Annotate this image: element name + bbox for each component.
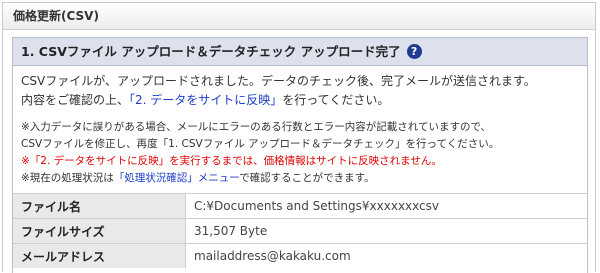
- email-label: メールアドレス: [13, 243, 186, 268]
- note-line-4-suffix: で確認することができます。: [239, 172, 375, 184]
- email-value: mailaddress@kakaku.com: [185, 243, 587, 268]
- help-icon[interactable]: ?: [406, 44, 422, 59]
- notes: ※入力データに誤りがある場合、メールにエラーのある行数とエラー内容が記載されてい…: [13, 110, 587, 187]
- message-line-2-prefix: 内容をご確認の上、: [21, 93, 130, 107]
- step-title-bar: 1. CSVファイル アップロード＆データチェック アップロード完了 ?: [13, 38, 587, 66]
- note-line-4-prefix: ※現在の処理状況は: [21, 172, 114, 184]
- processing-status-link[interactable]: 「処理状況確認」メニュー: [114, 172, 239, 184]
- note-line-1: ※入力データに誤りがある場合、メールにエラーのある行数とエラー内容が記載されてい…: [21, 121, 492, 133]
- file-name-label: ファイル名: [13, 193, 186, 219]
- step-title: 1. CSVファイル アップロード＆データチェック アップロード完了: [21, 44, 401, 59]
- upload-complete-section: 1. CSVファイル アップロード＆データチェック アップロード完了 ? CSV…: [12, 37, 588, 273]
- table-row: メールアドレス mailaddress@kakaku.com: [13, 243, 587, 268]
- panel-title: 価格更新(CSV): [3, 3, 595, 30]
- note-line-4: ※現在の処理状況は「処理状況確認」メニューで確認することができます。: [21, 170, 579, 187]
- warning-note: ※「2. データをサイトに反映」を実行するまでは、価格情報はサイトに反映されませ…: [21, 155, 442, 167]
- reflect-data-link[interactable]: 「2. データをサイトに反映」: [129, 93, 282, 107]
- file-size-value: 31,507 Byte: [185, 218, 587, 244]
- upload-info-table: ファイル名 C:¥Documents and Settings¥xxxxxxxc…: [13, 193, 587, 268]
- file-name-value: C:¥Documents and Settings¥xxxxxxxcsv: [185, 193, 587, 219]
- message-line-2-suffix: を行ってください。: [282, 93, 390, 107]
- table-row: ファイル名 C:¥Documents and Settings¥xxxxxxxc…: [13, 193, 587, 219]
- upload-message: CSVファイルが、アップロードされました。データのチェック後、完了メールが送信さ…: [13, 66, 587, 110]
- message-line-1: CSVファイルが、アップロードされました。データのチェック後、完了メールが送信さ…: [21, 74, 536, 88]
- file-size-label: ファイルサイズ: [13, 218, 186, 244]
- note-line-2: CSVファイルを修正し、再度「1. CSVファイル アップロード＆データチェック…: [21, 138, 500, 150]
- csv-price-update-panel: 価格更新(CSV) 1. CSVファイル アップロード＆データチェック アップロ…: [2, 2, 596, 273]
- table-row: ファイルサイズ 31,507 Byte: [13, 218, 587, 244]
- message-line-2: 内容をご確認の上、「2. データをサイトに反映」を行ってください。: [21, 91, 579, 110]
